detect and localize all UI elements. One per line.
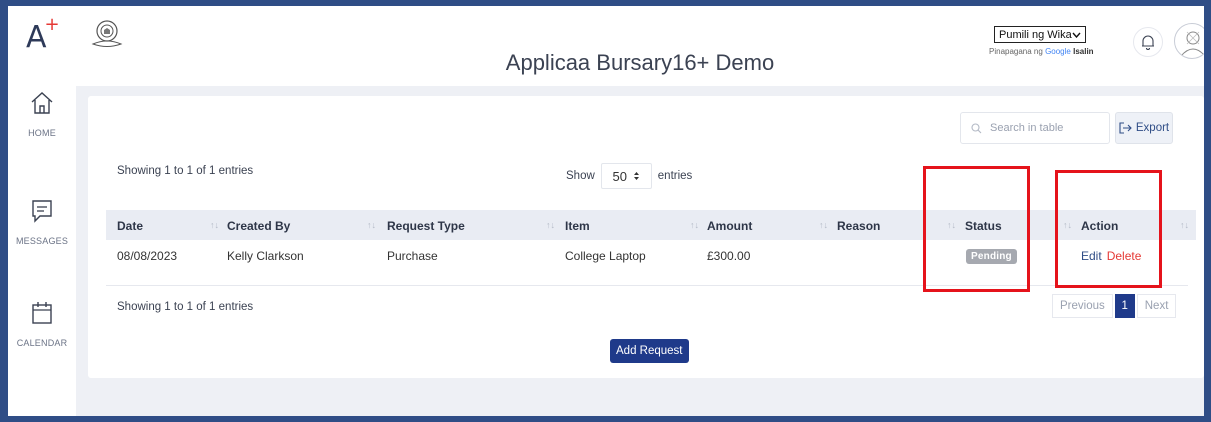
sidebar-item-label: CALENDAR: [16, 338, 68, 348]
sidebar: A+ HOME MESSAGES CALENDAR: [8, 6, 76, 416]
table-info-bottom: Showing 1 to 1 of 1 entries: [117, 301, 254, 313]
requests-card: Search in table Export Showing 1 to 1 of…: [88, 96, 1204, 378]
add-request-button[interactable]: Add Request: [610, 339, 689, 363]
sort-icon[interactable]: ↑↓: [367, 220, 376, 230]
pagination-previous[interactable]: Previous: [1052, 294, 1113, 318]
pagination-current-page[interactable]: 1: [1114, 294, 1135, 318]
page-length-select[interactable]: 50: [600, 163, 652, 189]
export-button[interactable]: Export: [1115, 112, 1173, 144]
column-header-reason[interactable]: Reason: [837, 219, 880, 233]
export-label: Export: [1135, 122, 1170, 134]
sidebar-item-label: HOME: [28, 128, 56, 138]
language-select[interactable]: Pumili ng Wika: [994, 26, 1086, 43]
app-frame: A+ HOME MESSAGES CALENDAR Applicaa Bursa…: [8, 6, 1204, 416]
sort-icon[interactable]: ↑↓: [546, 220, 555, 230]
logo-letter: A: [26, 20, 47, 55]
export-icon: [1119, 122, 1132, 134]
chevron-down-icon: [1072, 32, 1081, 38]
requests-table: Date ↑↓ Created By ↑↓ Request Type ↑↓ It…: [106, 210, 1196, 272]
sort-icon[interactable]: ↑↓: [819, 220, 828, 230]
app-logo[interactable]: A+: [26, 14, 62, 55]
sidebar-item-home[interactable]: HOME: [8, 90, 76, 138]
search-icon: [971, 122, 982, 133]
home-icon: [31, 92, 53, 114]
status-column-highlight: [923, 166, 1030, 292]
cell-amount: £300.00: [707, 249, 751, 263]
column-header-created-by[interactable]: Created By: [227, 219, 290, 233]
user-avatar-icon: [1180, 31, 1204, 57]
page-length-value: 50: [612, 168, 628, 184]
sort-icon[interactable]: ↑↓: [1180, 220, 1189, 230]
column-header-date[interactable]: Date: [117, 219, 143, 233]
school-crest-icon: [91, 20, 123, 47]
translate-link[interactable]: Isalin: [1073, 47, 1093, 56]
sort-icon[interactable]: ↑↓: [210, 220, 219, 230]
table-row: 08/08/2023 Kelly Clarkson Purchase Colle…: [106, 240, 1196, 272]
language-select-value: Pumili ng Wika: [999, 28, 1072, 41]
sort-updown-icon: [634, 172, 640, 180]
google-translate-credit: Pinapagana ng Google Isalin: [989, 47, 1094, 56]
page-length-control: Show 50 entries: [566, 163, 692, 189]
sidebar-item-label: MESSAGES: [15, 236, 69, 246]
sidebar-item-messages[interactable]: MESSAGES: [8, 198, 76, 246]
google-logo-text: Google: [1045, 47, 1071, 56]
action-column-highlight: [1055, 170, 1162, 288]
top-header: Applicaa Bursary16+ Demo Pumili ng Wika …: [76, 6, 1204, 86]
table-info-top: Showing 1 to 1 of 1 entries: [117, 165, 254, 177]
sort-icon[interactable]: ↑↓: [690, 220, 699, 230]
sidebar-item-calendar[interactable]: CALENDAR: [8, 300, 76, 348]
pagination: Previous 1 Next: [1052, 294, 1177, 318]
user-avatar[interactable]: [1174, 23, 1204, 59]
search-input[interactable]: Search in table: [960, 112, 1110, 144]
logo-plus: +: [44, 14, 60, 35]
column-header-request-type[interactable]: Request Type: [387, 219, 465, 233]
show-label: Show: [566, 170, 595, 182]
pagination-next[interactable]: Next: [1136, 294, 1177, 318]
notifications-button[interactable]: [1133, 27, 1163, 57]
message-icon: [32, 200, 52, 223]
column-header-amount[interactable]: Amount: [707, 219, 752, 233]
column-header-item[interactable]: Item: [565, 219, 590, 233]
cell-request-type: Purchase: [387, 249, 438, 263]
powered-by-text: Pinapagana ng: [989, 47, 1043, 56]
calendar-icon: [32, 302, 52, 324]
cell-created-by: Kelly Clarkson: [227, 249, 304, 263]
cell-item: College Laptop: [565, 249, 646, 263]
cell-date: 08/08/2023: [117, 249, 178, 263]
bell-icon: [1142, 35, 1154, 50]
table-header-row: Date ↑↓ Created By ↑↓ Request Type ↑↓ It…: [106, 210, 1196, 240]
entries-label: entries: [657, 170, 693, 182]
search-placeholder: Search in table: [990, 122, 1064, 134]
